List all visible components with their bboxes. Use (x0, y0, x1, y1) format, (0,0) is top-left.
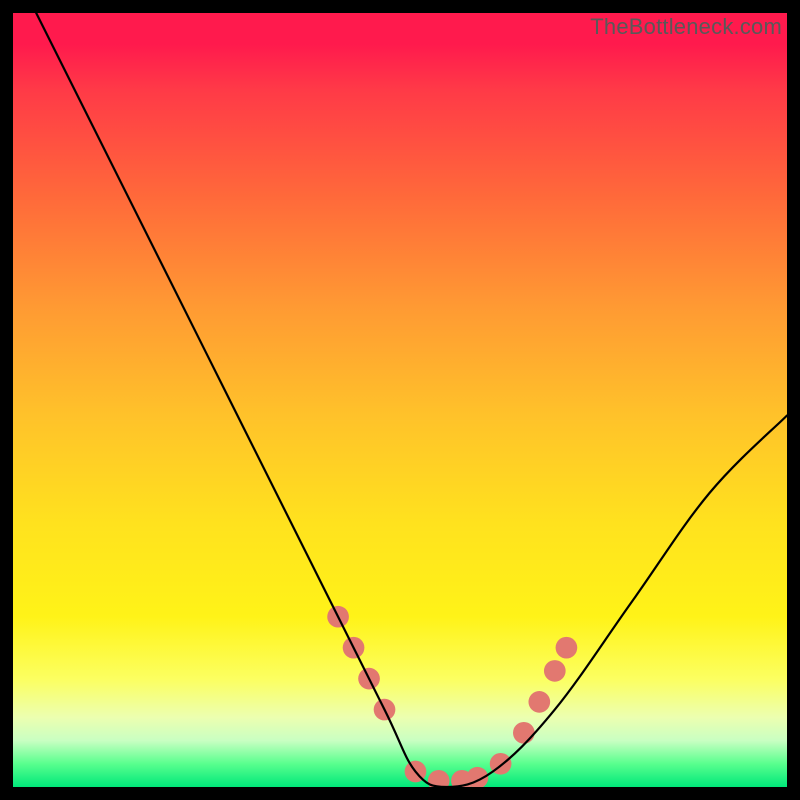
watermark-label: TheBottleneck.com (590, 14, 782, 40)
chart-frame (10, 10, 790, 790)
